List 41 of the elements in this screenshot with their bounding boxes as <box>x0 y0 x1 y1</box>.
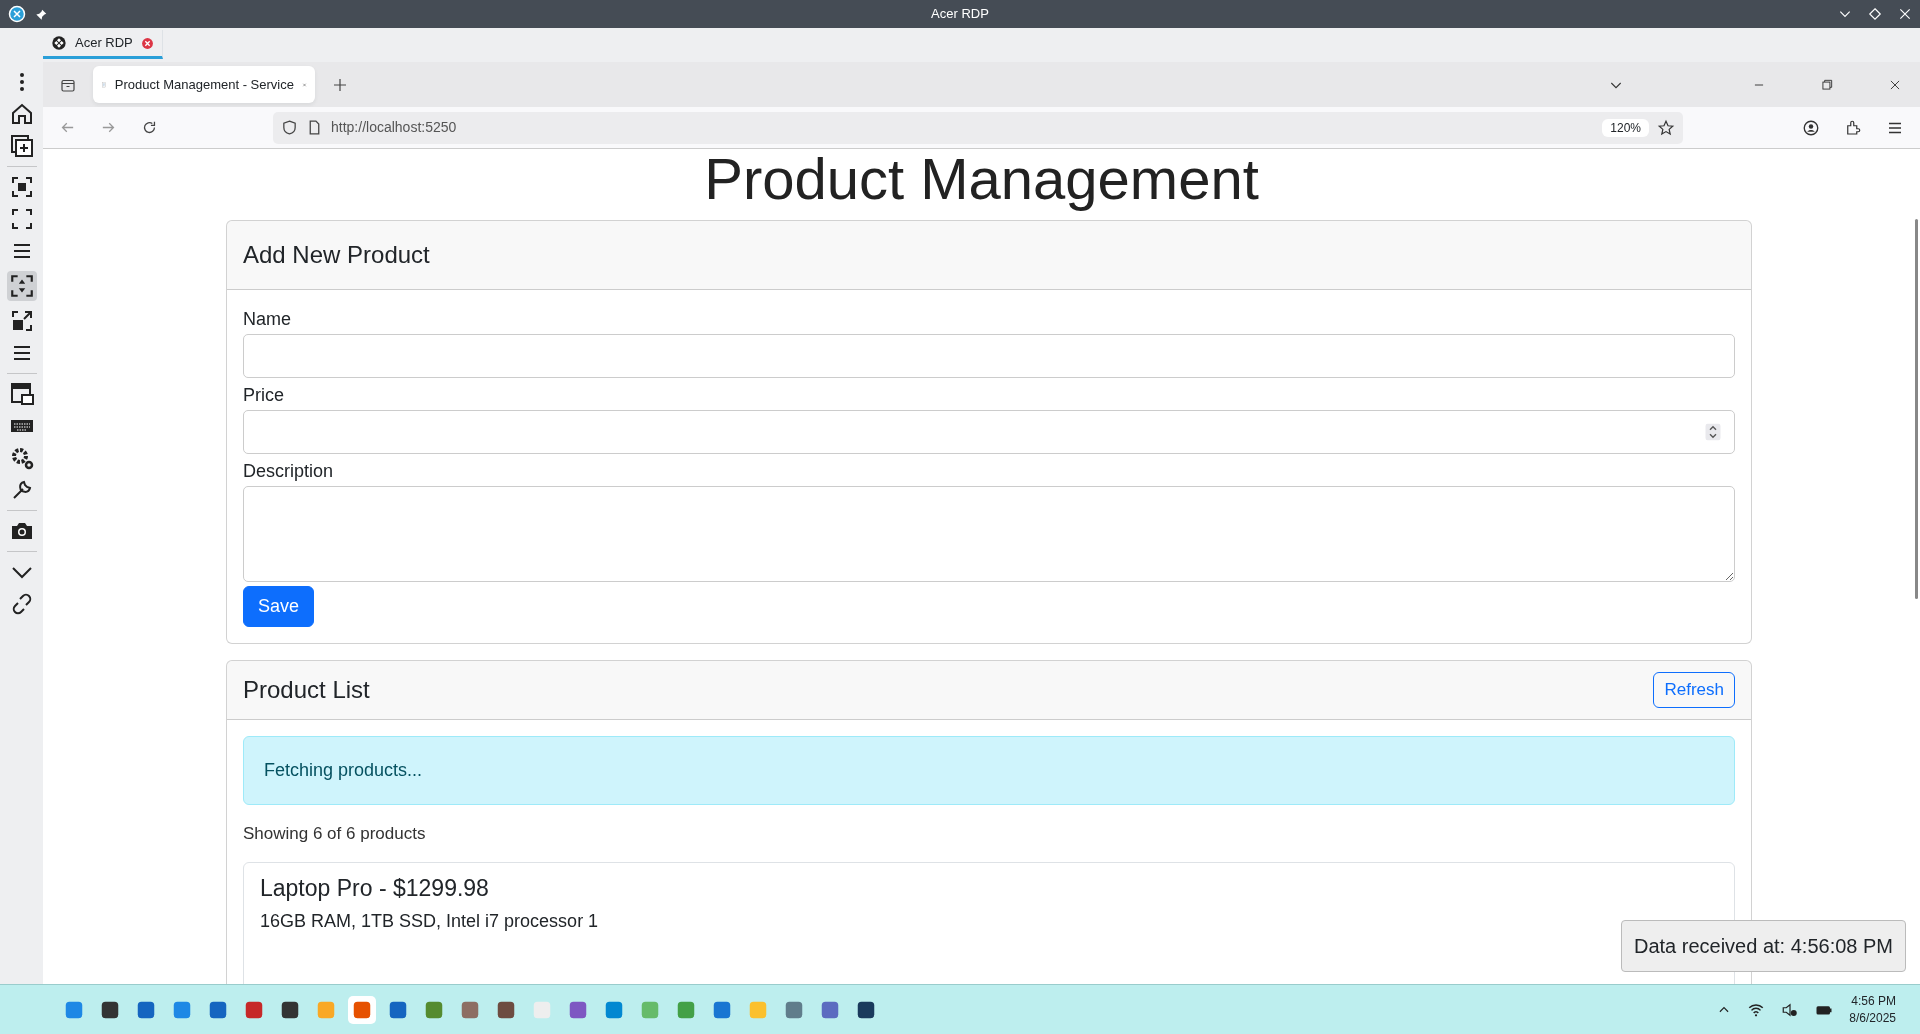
reload-icon[interactable] <box>141 119 158 136</box>
new-window-icon[interactable] <box>9 134 34 158</box>
field-label: Name <box>243 307 292 331</box>
product-description: 16GB RAM, 1TB SSD, Intel i7 processor 1 <box>260 909 599 933</box>
scale-icon[interactable] <box>6 271 37 301</box>
account-icon[interactable] <box>1802 118 1820 137</box>
app-logo-icon <box>8 5 26 23</box>
maximize-icon[interactable] <box>1820 77 1834 92</box>
rdp-tab[interactable]: Acer RDP <box>43 30 163 59</box>
fullscreen-icon[interactable] <box>9 207 34 231</box>
window-icon[interactable] <box>9 382 34 406</box>
product-title: Laptop Pro - $1299.98 <box>260 874 489 904</box>
home-icon[interactable] <box>9 102 34 126</box>
number-field[interactable] <box>243 409 1735 454</box>
clock[interactable]: 4:56 PM 8/6/2025 <box>1849 992 1896 1027</box>
product-count: Showing 6 of 6 products <box>243 822 427 845</box>
rdp-icon <box>51 35 67 51</box>
card-title: Product List <box>243 674 370 705</box>
name-field[interactable] <box>243 333 1735 378</box>
fit-screen-icon[interactable] <box>9 175 34 199</box>
notification-toast: Data received at: 4:56:08 PM <box>1620 920 1906 972</box>
close-icon[interactable] <box>140 36 154 50</box>
zoom-level[interactable]: 120% <box>1602 118 1649 137</box>
card-title: Add New Product <box>243 240 430 268</box>
close-icon[interactable] <box>1898 7 1912 21</box>
bookmark-star-icon[interactable] <box>1657 118 1675 137</box>
save-button[interactable]: Save <box>243 585 315 627</box>
refresh-button[interactable]: Refresh <box>1653 672 1735 708</box>
address-bar[interactable]: http://localhost:5250 120% <box>273 111 1683 144</box>
extensions-icon[interactable] <box>1844 118 1862 137</box>
pin-icon[interactable] <box>34 7 48 22</box>
expand-icon[interactable] <box>9 309 34 333</box>
settings-icon[interactable] <box>9 446 34 470</box>
field-label: Description <box>243 459 335 483</box>
description-field[interactable] <box>243 485 1735 582</box>
page-heading: Product Management <box>703 149 1260 210</box>
field-label: Price <box>243 383 285 407</box>
status-alert: Fetching products... <box>243 735 1735 805</box>
restore-icon[interactable] <box>1868 7 1882 21</box>
browser-tab[interactable]: Product Management - Service <box>93 66 315 103</box>
window-title: Acer RDP <box>931 5 989 24</box>
